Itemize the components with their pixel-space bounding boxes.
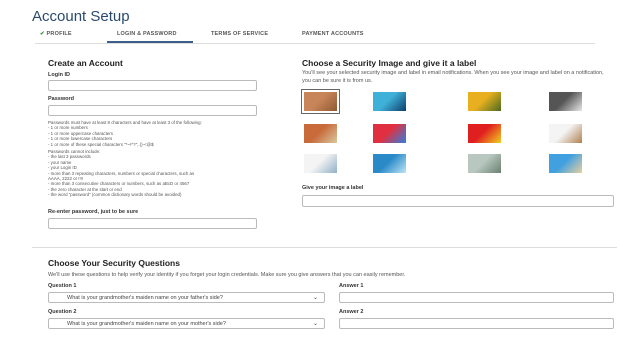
security-questions-title: Choose Your Security Questions [48,258,180,268]
security-image-title: Choose a Security Image and give it a la… [302,58,477,68]
sunflowers-image[interactable] [468,92,501,111]
beach-image[interactable] [549,154,582,173]
answer-1-input[interactable] [339,292,614,303]
animal-image[interactable] [304,124,337,143]
question-2-label: Question 2 [48,309,77,315]
answer-1-label: Answer 1 [339,283,364,289]
leaves-image[interactable] [468,154,501,173]
glass-image[interactable] [304,154,337,173]
dog-image[interactable] [549,124,582,143]
section-divider [32,247,617,248]
question-1-value: What is your grandmother's maiden name o… [67,295,223,301]
question-1-select[interactable]: What is your grandmother's maiden name o… [48,292,325,303]
flag-image[interactable] [468,124,501,143]
password-input[interactable] [48,105,257,116]
tab-divider [35,43,595,44]
water-image[interactable] [373,154,406,173]
answer-2-label: Answer 2 [339,309,364,315]
security-image-description: You'll see your selected security image … [302,70,604,84]
tab-terms-of-service[interactable]: TERMS OF SERVICE [211,31,268,37]
check-icon: ✔ [40,31,45,37]
reenter-password-label: Re-enter password, just to be sure [48,209,139,215]
page-title: Account Setup [32,8,130,25]
question-2-value: What is your grandmother's maiden name o… [67,321,226,327]
tree-image[interactable] [301,89,340,114]
reenter-password-input[interactable] [48,218,257,229]
tab-login-password[interactable]: LOGIN & PASSWORD [117,31,177,37]
tab-profile[interactable]: ✔ PROFILE [40,31,72,37]
password-label: Password [48,96,74,102]
balloons-image[interactable] [373,124,406,143]
login-id-input[interactable] [48,80,257,91]
password-rule: - 1 or more of these special characters … [48,141,154,147]
hands-image[interactable] [549,92,582,111]
tab-payment-accounts[interactable]: PAYMENT ACCOUNTS [302,31,364,37]
eye-image[interactable] [373,92,406,111]
question-1-label: Question 1 [48,283,77,289]
security-questions-description: We'll use these questions to help verify… [48,272,406,278]
create-account-title: Create an Account [48,58,123,68]
tab-label: PROFILE [46,31,72,37]
chevron-down-icon: ⌄ [312,295,318,301]
image-label-label: Give your image a label [302,185,364,191]
answer-2-input[interactable] [339,318,614,329]
login-id-label: Login ID [48,72,70,78]
chevron-down-icon: ⌄ [312,321,318,327]
question-2-select[interactable]: What is your grandmother's maiden name o… [48,318,325,329]
password-rules: Passwords must have at least 8 character… [48,120,298,198]
tab-bar: ✔ PROFILE LOGIN & PASSWORD TERMS OF SERV… [35,28,595,44]
password-cannot-rule: - the word "password" (common dictionary… [48,192,182,198]
image-label-input[interactable] [302,195,614,207]
